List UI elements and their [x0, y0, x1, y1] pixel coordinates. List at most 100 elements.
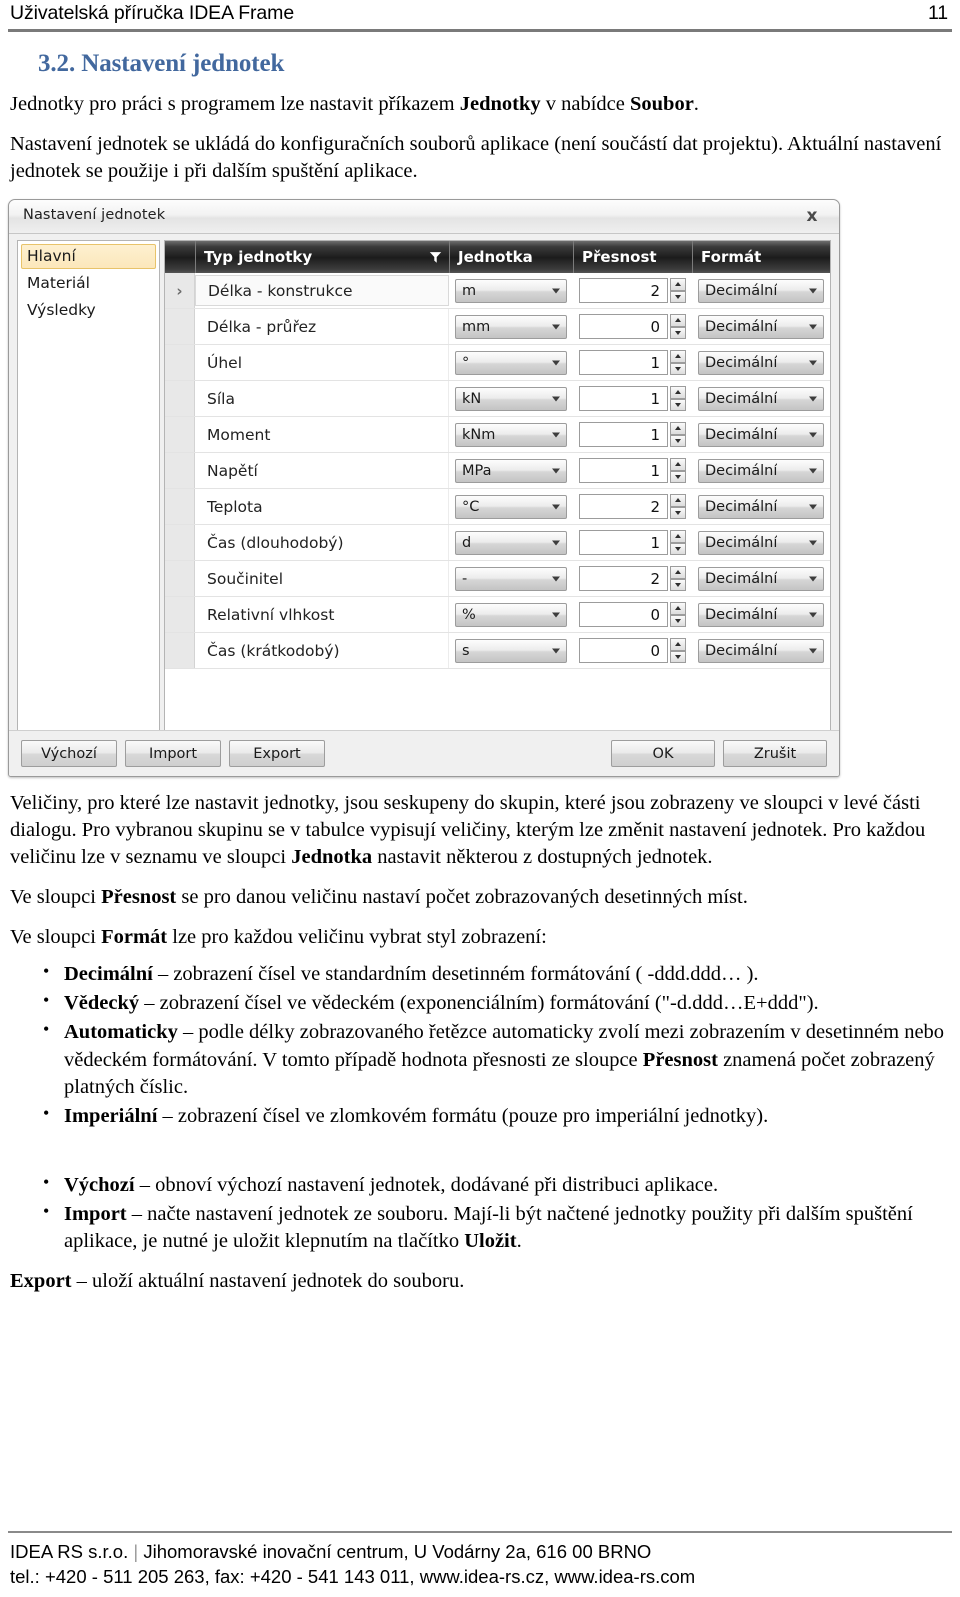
stepper-down-icon[interactable] [670, 542, 686, 556]
table-row[interactable]: Napětí MPa 1 Decimální [165, 453, 830, 490]
precision-stepper-buttons[interactable] [670, 314, 686, 340]
precision-stepper[interactable]: 2 [579, 566, 686, 592]
column-header-format[interactable]: Formát [692, 241, 830, 274]
precision-stepper-buttons[interactable] [670, 638, 686, 664]
stepper-down-icon[interactable] [670, 326, 686, 340]
unit-select[interactable]: MPa [455, 458, 567, 483]
table-row[interactable]: Teplota °C 2 Decimální [165, 489, 830, 526]
format-select[interactable]: Decimální [698, 566, 824, 591]
precision-stepper[interactable]: 0 [579, 638, 686, 664]
precision-value[interactable]: 0 [579, 602, 668, 628]
precision-value[interactable]: 2 [579, 494, 668, 520]
stepper-down-icon[interactable] [670, 578, 686, 592]
stepper-up-icon[interactable] [670, 566, 686, 579]
precision-stepper[interactable]: 2 [579, 278, 686, 304]
precision-stepper[interactable]: 1 [579, 350, 686, 376]
unit-select[interactable]: % [455, 602, 567, 627]
stepper-down-icon[interactable] [670, 470, 686, 484]
close-icon[interactable]: x [801, 205, 823, 227]
unit-select[interactable]: kN [455, 386, 567, 411]
unit-select[interactable]: m [455, 278, 567, 303]
stepper-up-icon[interactable] [670, 278, 686, 291]
precision-stepper-buttons[interactable] [670, 386, 686, 412]
table-row[interactable]: Síla kN 1 Decimální [165, 381, 830, 418]
cancel-button[interactable]: Zrušit [723, 740, 827, 768]
precision-stepper-buttons[interactable] [670, 278, 686, 304]
precision-value[interactable]: 1 [579, 350, 668, 376]
format-select[interactable]: Decimální [698, 638, 824, 663]
precision-stepper[interactable]: 1 [579, 422, 686, 448]
stepper-down-icon[interactable] [670, 290, 686, 304]
precision-value[interactable]: 2 [579, 566, 668, 592]
stepper-up-icon[interactable] [670, 458, 686, 471]
stepper-down-icon[interactable] [670, 614, 686, 628]
precision-stepper-buttons[interactable] [670, 566, 686, 592]
precision-stepper[interactable]: 0 [579, 314, 686, 340]
precision-stepper[interactable]: 2 [579, 494, 686, 520]
stepper-up-icon[interactable] [670, 314, 686, 327]
stepper-down-icon[interactable] [670, 434, 686, 448]
unit-select[interactable]: ° [455, 350, 567, 375]
stepper-down-icon[interactable] [670, 506, 686, 520]
table-row[interactable]: Čas (krátkodobý) s 0 Decimální [165, 633, 830, 670]
table-row[interactable]: Úhel ° 1 Decimální [165, 345, 830, 382]
table-row[interactable]: Relativní vlhkost % 0 Decimální [165, 597, 830, 634]
stepper-down-icon[interactable] [670, 650, 686, 664]
precision-value[interactable]: 1 [579, 458, 668, 484]
precision-value[interactable]: 1 [579, 530, 668, 556]
format-select[interactable]: Decimální [698, 386, 824, 411]
unit-select[interactable]: °C [455, 494, 567, 519]
table-row[interactable]: Součinitel - 2 Decimální [165, 561, 830, 598]
precision-stepper-buttons[interactable] [670, 422, 686, 448]
stepper-up-icon[interactable] [670, 350, 686, 363]
stepper-up-icon[interactable] [670, 638, 686, 651]
unit-select[interactable]: kNm [455, 422, 567, 447]
column-header-unit[interactable]: Jednotka [449, 241, 573, 274]
group-item-material[interactable]: Materiál [21, 271, 156, 296]
stepper-up-icon[interactable] [670, 530, 686, 543]
precision-value[interactable]: 1 [579, 422, 668, 448]
stepper-up-icon[interactable] [670, 422, 686, 435]
table-row[interactable]: Délka - průřez mm 0 Decimální [165, 309, 830, 346]
unit-select[interactable]: d [455, 530, 567, 555]
unit-select[interactable]: - [455, 566, 567, 591]
ok-button[interactable]: OK [611, 740, 715, 768]
group-list[interactable]: Hlavní Materiál Výsledky [17, 240, 160, 733]
precision-stepper[interactable]: 1 [579, 530, 686, 556]
precision-stepper[interactable]: 1 [579, 458, 686, 484]
unit-select[interactable]: s [455, 638, 567, 663]
group-item-hlavni[interactable]: Hlavní [21, 244, 156, 270]
import-button[interactable]: Import [125, 740, 221, 768]
stepper-up-icon[interactable] [670, 386, 686, 399]
format-select[interactable]: Decimální [698, 350, 824, 375]
group-item-vysledky[interactable]: Výsledky [21, 298, 156, 323]
filter-icon[interactable] [429, 251, 442, 264]
precision-stepper[interactable]: 0 [579, 602, 686, 628]
precision-value[interactable]: 1 [579, 386, 668, 412]
stepper-up-icon[interactable] [670, 602, 686, 615]
table-row[interactable]: › Délka - konstrukce m 2 Decimální [165, 273, 830, 310]
format-select[interactable]: Decimální [698, 314, 824, 339]
format-select[interactable]: Decimální [698, 458, 824, 483]
stepper-down-icon[interactable] [670, 398, 686, 412]
export-button[interactable]: Export [229, 740, 325, 768]
precision-stepper[interactable]: 1 [579, 386, 686, 412]
stepper-down-icon[interactable] [670, 362, 686, 376]
precision-stepper-buttons[interactable] [670, 458, 686, 484]
precision-stepper-buttons[interactable] [670, 530, 686, 556]
format-select[interactable]: Decimální [698, 278, 824, 303]
precision-stepper-buttons[interactable] [670, 602, 686, 628]
unit-select[interactable]: mm [455, 314, 567, 339]
column-header-precision[interactable]: Přesnost [573, 241, 692, 274]
format-select[interactable]: Decimální [698, 494, 824, 519]
table-row[interactable]: Čas (dlouhodobý) d 1 Decimální [165, 525, 830, 562]
precision-stepper-buttons[interactable] [670, 350, 686, 376]
precision-value[interactable]: 0 [579, 314, 668, 340]
precision-stepper-buttons[interactable] [670, 494, 686, 520]
stepper-up-icon[interactable] [670, 494, 686, 507]
column-header-type[interactable]: Typ jednotky [195, 241, 449, 274]
default-button[interactable]: Výchozí [21, 740, 117, 768]
table-row[interactable]: Moment kNm 1 Decimální [165, 417, 830, 454]
format-select[interactable]: Decimální [698, 530, 824, 555]
format-select[interactable]: Decimální [698, 422, 824, 447]
